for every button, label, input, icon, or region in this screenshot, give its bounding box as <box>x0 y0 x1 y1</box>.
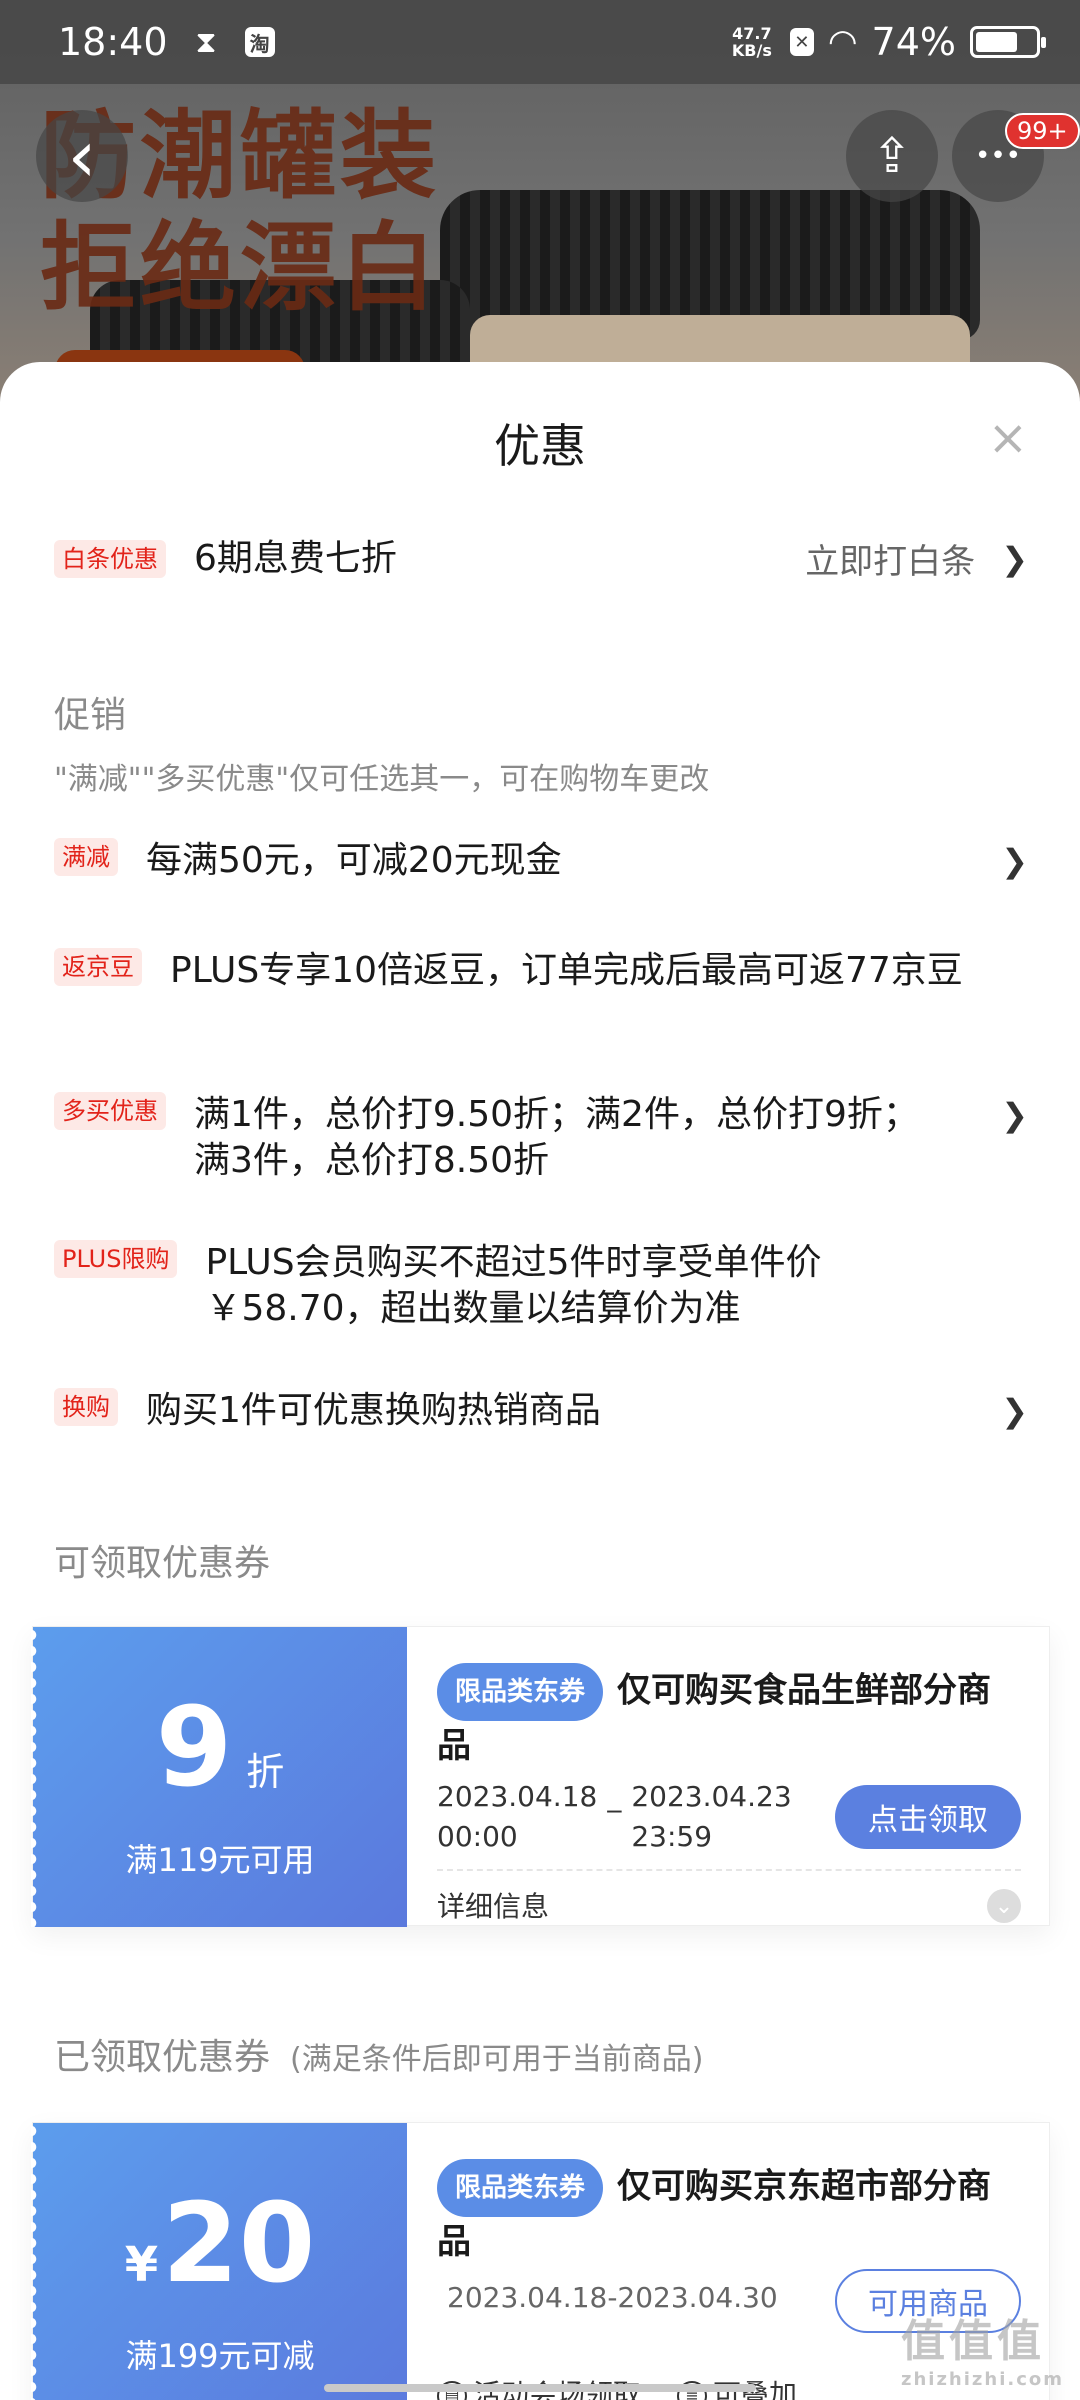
coupon-name: 限品类东券 仅可购买食品生鲜部分商品 <box>437 1663 1021 1771</box>
promo-text: 满1件，总价打9.50折；满2件，总价打9折；满3件，总价打8.50折 <box>194 1094 919 1181</box>
watermark-text: 值值值 <box>900 2316 1045 2367</box>
promo-item-jingdou: 返京豆 PLUS专享10倍返豆，订单完成后最高可返77京豆 <box>54 948 1028 994</box>
promo-item-plus: PLUS限购 PLUS会员购买不超过5件时享受单件价￥58.70，超出数量以结算… <box>54 1240 1028 1332</box>
status-time: 18:40 <box>58 20 168 64</box>
chevron-right-icon: ❯ <box>1001 1392 1028 1430</box>
promo-tag: 换购 <box>54 1388 118 1426</box>
banner-headline-line2: 拒绝漂白 <box>40 212 440 324</box>
coupon-type-tag: 限品类东券 <box>437 1663 604 1721</box>
coupon-time-end: 23:59 <box>631 1820 713 1853</box>
promo-text: 每满50元，可减20元现金 <box>146 840 562 881</box>
coupon-date-end: 2023.04.23 <box>631 1780 792 1813</box>
promo-text: PLUS专享10倍返豆，订单完成后最高可返77京豆 <box>170 950 963 991</box>
back-button[interactable]: ‹ <box>36 110 128 202</box>
battery-percent: 74% <box>871 20 956 64</box>
promo-tag: 多买优惠 <box>54 1092 166 1130</box>
share-icon: ⇪ <box>871 128 913 184</box>
hourglass-icon: ⧗ <box>195 24 217 60</box>
home-indicator[interactable] <box>324 2384 756 2392</box>
coupon-time-start: 00:00 <box>437 1820 518 1853</box>
no-sim-icon: ✕ <box>789 28 814 56</box>
coupon-value: 9折 <box>33 1687 407 1832</box>
promo-item-duomai[interactable]: 多买优惠 满1件，总价打9.50折；满2件，总价打9折；满3件，总价打8.50折… <box>54 1092 1028 1184</box>
notification-badge: 99+ <box>1005 113 1080 149</box>
promo-text: PLUS会员购买不超过5件时享受单件价￥58.70，超出数量以结算价为准 <box>205 1242 822 1329</box>
available-coupon-card: 9折 满119元可用 限品类东券 仅可购买食品生鲜部分商品 2023.04.18 0… <box>31 1626 1050 1927</box>
status-bar: 18:40 ⧗ 淘 47.7 KB/s ✕ ◠ 74% <box>0 0 1080 84</box>
promo-text: 购买1件可优惠换购热销商品 <box>146 1390 601 1431</box>
watermark-domain: zhizhizhi.com <box>900 2369 1064 2390</box>
promo-item-huangou[interactable]: 换购 购买1件可优惠换购热销商品 ❯ <box>54 1388 1028 1434</box>
taobao-app-icon: 淘 <box>244 27 275 57</box>
chevron-left-icon: ‹ <box>67 114 97 198</box>
promo-tag: 满减 <box>54 838 118 876</box>
received-coupons-title: 已领取优惠券 (满足条件后即可用于当前商品) <box>54 2028 703 2080</box>
chevron-down-icon: ⌄ <box>987 1889 1021 1923</box>
wifi-icon: ◠ <box>827 22 858 62</box>
received-coupon-card: ¥20 满199元可减 限品类东券 仅可购买京东超市部分商品 2023.04.18… <box>31 2122 1050 2400</box>
network-speed: 47.7 KB/s <box>732 25 772 59</box>
coupon-value: ¥20 <box>33 2183 407 2325</box>
coupon-detail-toggle[interactable]: 详细信息 ⌄ <box>437 1869 1021 1925</box>
promo-note: "满减""多买优惠"仅可任选其一，可在购物车更改 <box>54 762 710 797</box>
baitiao-row[interactable]: 白条优惠 6期息费七折 立即打白条 ❯ <box>54 534 1028 583</box>
chevron-right-icon: ❯ <box>1001 1096 1028 1134</box>
coupon-value-unit: 折 <box>246 1750 285 1794</box>
chevron-right-icon: ❯ <box>1001 842 1028 880</box>
available-coupons-title: 可领取优惠券 <box>54 1543 271 1584</box>
coupon-validity: 2023.04.18 00:00 _ 2023.04.23 23:59 <box>437 1777 792 1857</box>
coupon-value-number: 20 <box>162 2179 316 2307</box>
share-button[interactable]: ⇪ <box>846 110 938 202</box>
coupon-value-panel: 9折 满119元可用 <box>31 1627 407 1927</box>
coupon-type-tag: 限品类东券 <box>437 2159 604 2217</box>
baitiao-text: 6期息费七折 <box>194 537 397 579</box>
promo-tag: PLUS限购 <box>54 1240 178 1278</box>
coupon-validity-range: 2023.04.18-2023.04.30 <box>447 2281 778 2314</box>
promo-tag: 返京豆 <box>54 948 142 986</box>
chevron-right-icon: ❯ <box>1001 539 1028 578</box>
baitiao-link[interactable]: 立即打白条 <box>805 534 975 583</box>
sheet-title: 优惠 <box>494 419 586 473</box>
claim-coupon-button[interactable]: 点击领取 <box>835 1785 1021 1849</box>
baitiao-tag: 白条优惠 <box>54 539 166 578</box>
status-right: 47.7 KB/s ✕ ◠ 74% <box>732 20 1046 64</box>
watermark: 值值值 zhizhizhi.com <box>901 2305 1064 2390</box>
promo-item-manjian[interactable]: 满减 每满50元，可减20元现金 ❯ <box>54 838 1028 884</box>
battery-fill <box>976 32 1018 52</box>
network-speed-unit: KB/s <box>731 41 772 60</box>
coupon-condition: 满199元可减 <box>125 2337 315 2375</box>
coupon-info: 限品类东券 仅可购买食品生鲜部分商品 2023.04.18 00:00 _ 2023… <box>437 1663 1021 1925</box>
close-icon[interactable]: × <box>988 414 1028 462</box>
coupon-currency: ¥ <box>124 2237 159 2293</box>
coupon-value-number: 9 <box>155 1683 233 1811</box>
coupon-condition: 满119元可用 <box>125 1841 315 1879</box>
coupon-date-separator: _ <box>607 1780 622 1813</box>
network-speed-value: 47.7 <box>732 24 772 43</box>
promo-section-title: 促销 <box>54 695 127 736</box>
received-coupons-title-text: 已领取优惠券 <box>54 2037 271 2078</box>
coupon-detail-label: 详细信息 <box>437 1890 550 1923</box>
coupon-name: 限品类东券 仅可购买京东超市部分商品 <box>437 2159 1021 2267</box>
battery-icon <box>970 26 1046 58</box>
received-coupons-note: (满足条件后即可用于当前商品) <box>290 2042 704 2077</box>
discount-sheet: 优惠 × 白条优惠 6期息费七折 立即打白条 ❯ 促销 "满减""多买优惠"仅可… <box>0 362 1080 2400</box>
coupon-date-start: 2023.04.18 <box>437 1780 598 1813</box>
coupon-value-panel: ¥20 满199元可减 <box>31 2123 407 2400</box>
